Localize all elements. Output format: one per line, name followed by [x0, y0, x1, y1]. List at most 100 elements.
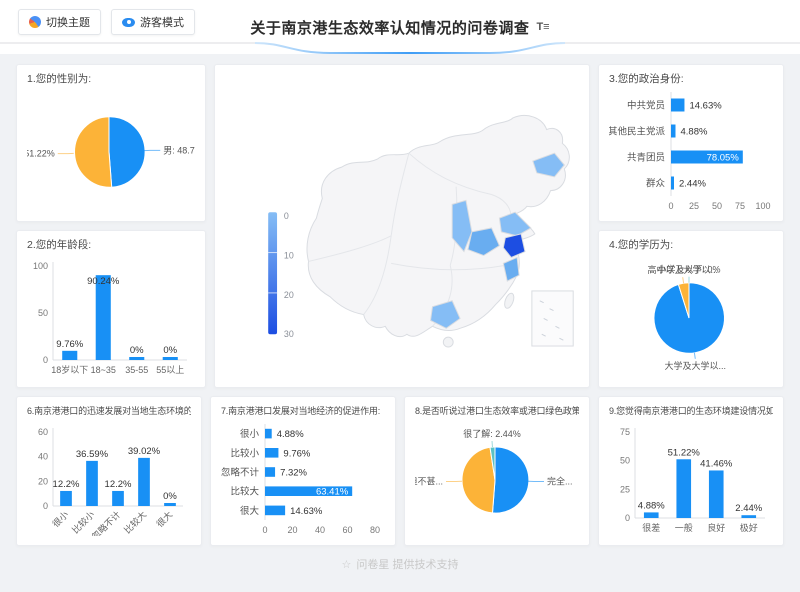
guest-mode-label: 游客模式: [140, 14, 184, 30]
svg-text:100: 100: [755, 201, 770, 211]
svg-text:男: 48.78%: 男: 48.78%: [163, 145, 195, 155]
svg-text:女: 51.22%: 女: 51.22%: [27, 148, 55, 159]
svg-text:20: 20: [287, 525, 297, 535]
svg-text:小学及以下: 0%: 小学及以下: 0%: [657, 264, 720, 275]
svg-text:12.2%: 12.2%: [53, 479, 80, 490]
svg-text:100: 100: [33, 261, 48, 271]
svg-text:忽略不计: 忽略不计: [221, 467, 259, 479]
svg-text:50: 50: [620, 456, 630, 466]
svg-text:80: 80: [370, 525, 380, 535]
svg-text:50: 50: [38, 308, 48, 318]
svg-text:51.22%: 51.22%: [668, 447, 701, 458]
svg-text:25: 25: [689, 201, 699, 211]
svg-text:4.88%: 4.88%: [277, 429, 304, 440]
svg-text:0%: 0%: [163, 345, 177, 356]
svg-text:10: 10: [284, 250, 294, 260]
political-identity-card-title: 3.您的政治身份:: [609, 73, 773, 86]
gender-pie-chart[interactable]: 男: 48.78% 女: 51.22%: [27, 86, 195, 212]
svg-text:群众: 群众: [646, 178, 666, 190]
svg-text:很差: 很差: [642, 522, 660, 533]
age-card: 2.您的年龄段: 0 50 100 9.76% 18岁以下 90.24% 18~35 0% 35…: [16, 230, 206, 388]
svg-text:41.46%: 41.46%: [700, 458, 733, 469]
svg-text:78.05%: 78.05%: [707, 153, 740, 164]
map-legend: 0 10 20 30: [268, 211, 294, 339]
harm-degree-card: 6.南京港港口的迅速发展对当地生态环境的危害程度: 0 20 40 60 12.2% 很小…: [16, 396, 202, 546]
svg-text:忽略不计: 忽略不计: [89, 509, 122, 536]
svg-text:4.88%: 4.88%: [638, 500, 665, 511]
svg-text:50: 50: [712, 201, 722, 211]
svg-text:中共党员: 中共党员: [627, 100, 665, 112]
education-card-title: 4.您的学历为:: [609, 239, 773, 252]
economy-promotion-hbar-chart[interactable]: 020406080很小4.88%比较小9.76%忽略不计7.32%比较大63.4…: [221, 418, 385, 536]
svg-text:很了解: 2.44%: 很了解: 2.44%: [463, 428, 521, 439]
eco-construction-bar-chart[interactable]: 02550754.88%很差51.22%一般41.46%良好2.44%极好: [609, 418, 773, 536]
harm-degree-card-title: 6.南京港港口的迅速发展对当地生态环境的危害程度:: [27, 405, 191, 418]
svg-text:63.41%: 63.41%: [316, 487, 349, 498]
svg-text:14.63%: 14.63%: [689, 101, 722, 112]
economy-promotion-card: 7.南京港港口发展对当地经济的促进作用: 020406080很小4.88%比较小…: [210, 396, 396, 546]
age-card-title: 2.您的年龄段:: [27, 239, 195, 252]
svg-text:很小: 很小: [240, 428, 260, 440]
svg-text:20: 20: [284, 290, 294, 300]
education-card: 4.您的学历为: 大学及大学以...高中以上大学以...小学及以下: 0%: [598, 230, 784, 388]
header-bar: 切换主题 游客模式 关于南京港生态效率认知情况的问卷调查 T≡: [0, 0, 800, 54]
svg-text:35-55: 35-55: [125, 365, 148, 375]
svg-text:60: 60: [342, 525, 352, 535]
dashboard-main: 1.您的性别为: 男: 48.78%女: 51.22%: [0, 54, 800, 546]
svg-text:完全...: 完全...: [547, 475, 573, 486]
eye-icon: [122, 18, 135, 27]
svg-text:0: 0: [625, 513, 630, 523]
svg-text:0: 0: [43, 355, 48, 365]
education-pie-chart[interactable]: 大学及大学以...高中以上大学以...小学及以下: 0%: [609, 252, 773, 378]
political-identity-hbar-chart[interactable]: 0255075100中共党员14.63%其他民主党派4.88%共青团员78.05…: [609, 86, 773, 212]
svg-text:一般: 一般: [675, 522, 693, 533]
svg-text:90.24%: 90.24%: [87, 276, 120, 287]
svg-text:0: 0: [284, 211, 289, 221]
svg-text:良好: 良好: [707, 522, 725, 533]
svg-text:比较大: 比较大: [122, 509, 149, 536]
svg-text:0: 0: [262, 525, 267, 535]
svg-text:14.63%: 14.63%: [290, 506, 323, 517]
policy-awareness-card-title: 8.是否听说过港口生态效率或港口绿色政策?: [415, 405, 579, 418]
svg-text:9.76%: 9.76%: [56, 339, 83, 350]
svg-text:2.44%: 2.44%: [679, 179, 706, 190]
china-map[interactable]: 0 10 20 30: [219, 69, 585, 383]
policy-awareness-pie-chart[interactable]: 完全... 有，但不甚... 很了解: 2.44%: [415, 418, 579, 536]
svg-text:36.59%: 36.59%: [76, 449, 109, 460]
hainan-island: [443, 337, 453, 347]
eco-construction-card: 9.您觉得南京港港口的生态环境建设情况如何: 02550754.88%很差51.…: [598, 396, 784, 546]
svg-text:比较小: 比较小: [230, 447, 259, 459]
text-filter-icon[interactable]: T≡: [536, 21, 549, 33]
svg-text:很大: 很大: [240, 505, 260, 517]
harm-degree-bar-chart[interactable]: 020406012.2%很小36.59%比较小12.2%忽略不计39.02%比较…: [27, 418, 191, 536]
svg-text:有，但不甚...: 有，但不甚...: [415, 475, 443, 486]
china-outline: [307, 115, 569, 336]
svg-text:12.2%: 12.2%: [105, 479, 132, 490]
eco-construction-card-title: 9.您觉得南京港港口的生态环境建设情况如何:: [609, 405, 773, 418]
theme-switch-button[interactable]: 切换主题: [18, 9, 101, 35]
svg-text:极好: 极好: [740, 522, 758, 533]
svg-text:大学及大学以...: 大学及大学以...: [665, 360, 727, 371]
svg-text:18岁以下: 18岁以下: [51, 364, 88, 375]
economy-promotion-card-title: 7.南京港港口发展对当地经济的促进作用:: [221, 405, 385, 418]
svg-text:0%: 0%: [130, 345, 144, 356]
svg-text:很小: 很小: [50, 509, 71, 530]
svg-text:20: 20: [38, 476, 48, 486]
svg-text:很大: 很大: [154, 509, 175, 530]
map-card: 0 10 20 30: [214, 64, 590, 388]
svg-text:共青团员: 共青团员: [627, 152, 665, 164]
svg-text:0: 0: [43, 501, 48, 511]
svg-text:40: 40: [38, 452, 48, 462]
palette-icon: [29, 16, 41, 28]
star-icon: ☆: [342, 558, 352, 571]
svg-text:60: 60: [38, 427, 48, 437]
guest-mode-button[interactable]: 游客模式: [111, 9, 195, 35]
gender-card: 1.您的性别为: 男: 48.78%女: 51.22%: [16, 64, 206, 222]
header-buttons: 切换主题 游客模式: [18, 9, 195, 35]
age-bar-chart[interactable]: 0 50 100 9.76% 18岁以下 90.24% 18~35 0% 35-55 0% 55以上: [27, 252, 195, 378]
policy-awareness-card: 8.是否听说过港口生态效率或港口绿色政策? 完全... 有，但不甚... 很了解: …: [404, 396, 590, 546]
svg-text:55以上: 55以上: [156, 365, 184, 375]
svg-text:其他民主党派: 其他民主党派: [609, 126, 665, 138]
svg-text:18~35: 18~35: [91, 365, 116, 375]
footer: ☆ 问卷星 提供技术支持: [0, 546, 800, 582]
